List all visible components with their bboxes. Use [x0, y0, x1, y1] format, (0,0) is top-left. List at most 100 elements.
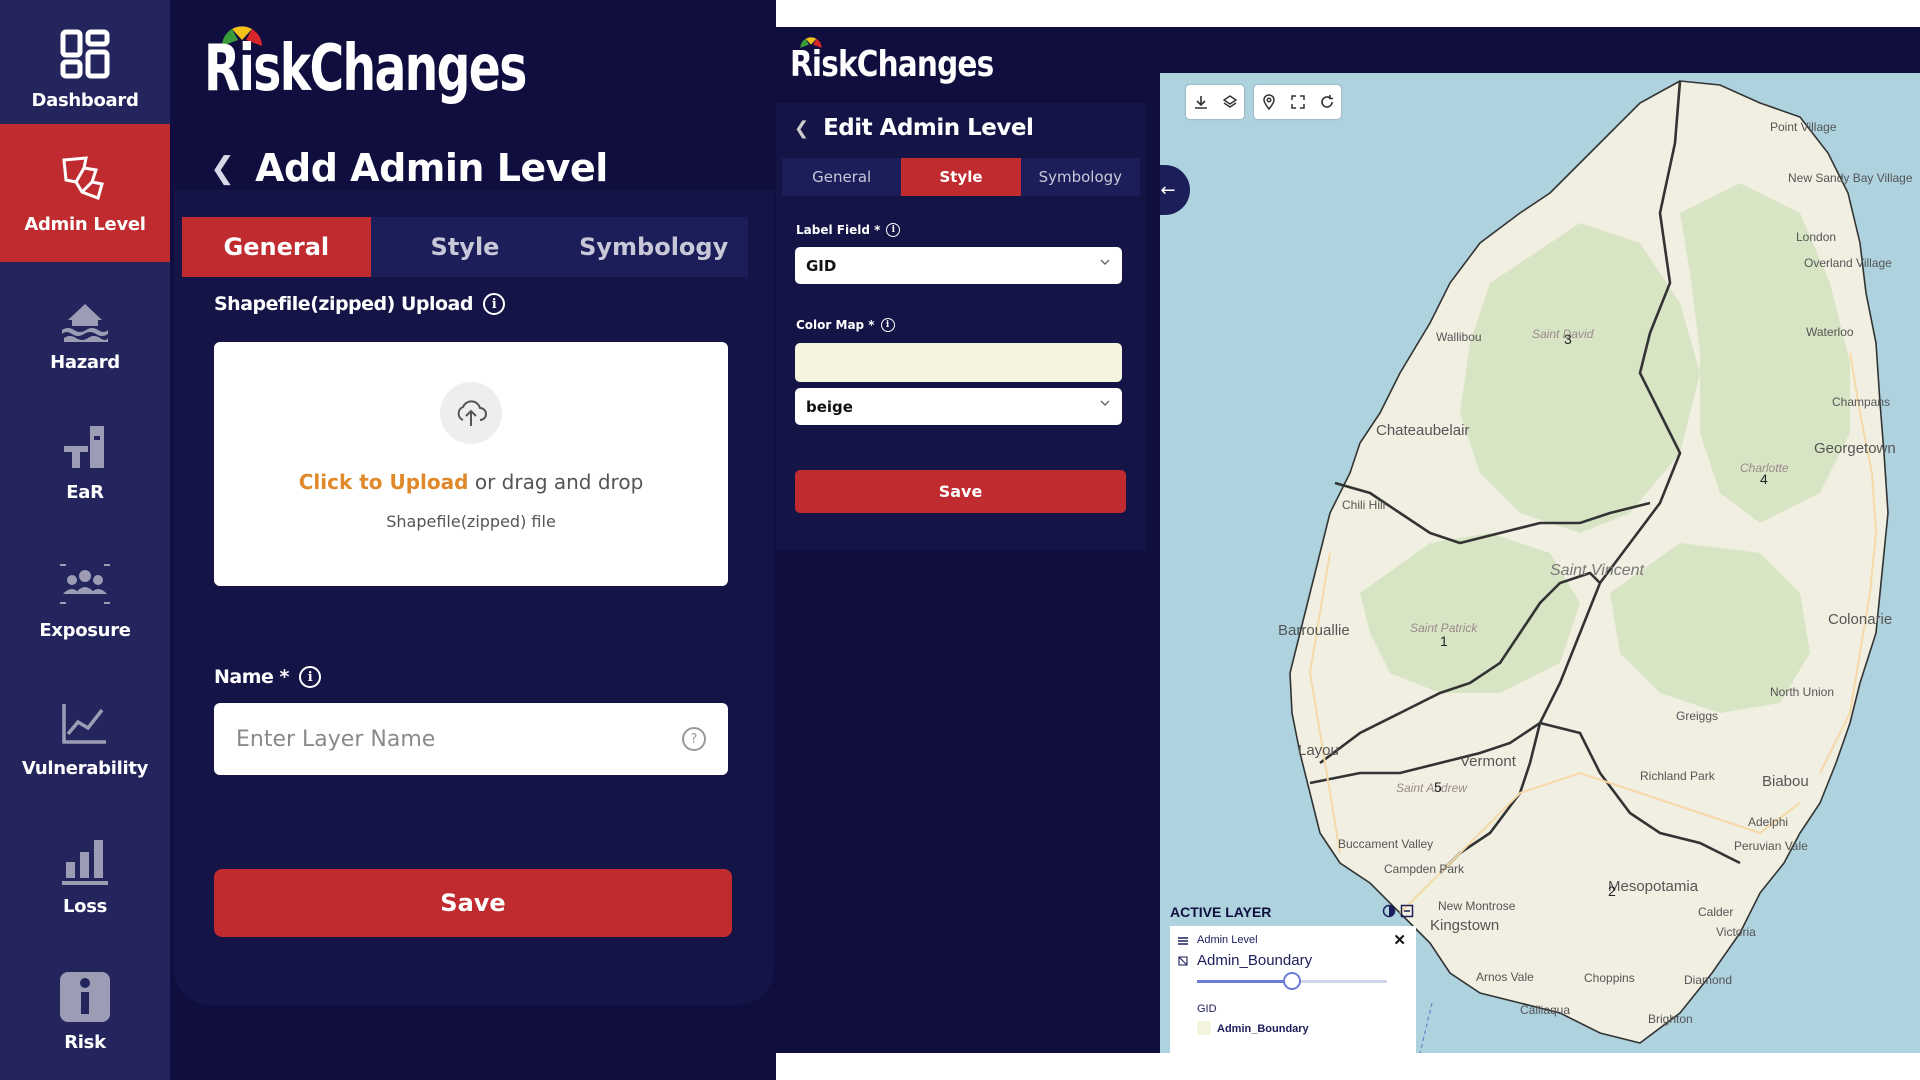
color-map-label: Color Map * i: [796, 318, 895, 332]
tab-general[interactable]: General: [782, 158, 901, 196]
place-label: Chateaubelair: [1376, 422, 1470, 439]
place-label: Calliaqua: [1520, 1003, 1571, 1017]
back-chevron-icon[interactable]: ❮: [210, 151, 235, 186]
legend-entry-label: Admin_Boundary: [1217, 1023, 1309, 1035]
info-icon[interactable]: i: [880, 318, 895, 332]
place-label: Choppins: [1584, 971, 1635, 985]
map-toolbar-left: [1186, 85, 1244, 119]
place-label: Layou: [1298, 742, 1339, 759]
save-button[interactable]: Save: [795, 470, 1126, 513]
map-toolbar-right: [1254, 85, 1341, 119]
parish-label: Saint Andrew: [1396, 781, 1467, 795]
place-label: Colonarie: [1828, 611, 1893, 628]
info-icon[interactable]: i: [886, 223, 901, 237]
sidebar-item-label: Hazard: [50, 351, 120, 373]
label-field-select[interactable]: GID: [795, 247, 1122, 284]
sidebar-item-label: Risk: [64, 1031, 106, 1053]
place-label: Brighton: [1648, 1012, 1693, 1026]
help-icon[interactable]: ?: [682, 727, 706, 751]
place-label: New Montrose: [1438, 899, 1516, 913]
shapefile-upload-dropzone[interactable]: Click to Upload or drag and drop Shapefi…: [214, 342, 728, 586]
island-map: [1289, 80, 1889, 1053]
page-title: Add Admin Level: [255, 146, 608, 190]
place-label: Overland Village: [1804, 256, 1892, 270]
sidebar-item-loss[interactable]: Loss: [0, 806, 170, 944]
sidebar-item-vulnerability[interactable]: Vulnerability: [0, 668, 170, 806]
name-label: Name * i: [214, 666, 321, 688]
place-label: Adelphi: [1748, 815, 1789, 829]
sidebar-item-dashboard[interactable]: Dashboard: [0, 0, 170, 138]
cloud-upload-icon: [440, 382, 502, 444]
refresh-icon[interactable]: [1312, 85, 1341, 119]
add-admin-level-page: RiskChanges ❮ Add Admin Level General St…: [170, 0, 776, 1080]
color-map-preview: [795, 343, 1122, 382]
place-label: Victoria: [1716, 925, 1756, 939]
click-to-upload-link[interactable]: Click to Upload: [299, 470, 469, 494]
sidebar-item-label: Exposure: [39, 619, 131, 641]
admin-level-icon: [62, 155, 104, 200]
tab-symbology[interactable]: Symbology: [1021, 158, 1140, 196]
tab-general[interactable]: General: [182, 217, 371, 277]
place-label: Wallibou: [1436, 330, 1482, 344]
back-chevron-icon[interactable]: ❮: [794, 118, 809, 139]
region-id-label: 2: [1608, 883, 1616, 899]
region-id-label: 1: [1440, 633, 1448, 649]
sidebar-item-label: Vulnerability: [21, 757, 149, 779]
sidebar-item-label: Admin Level: [24, 213, 146, 235]
sidebar-item-admin-level[interactable]: Admin Level: [0, 124, 170, 262]
color-map-select[interactable]: beige: [795, 388, 1122, 425]
risk-icon: [60, 971, 110, 1022]
region-id-label: 5: [1434, 779, 1442, 795]
place-label: New Sandy Bay Village: [1788, 171, 1913, 185]
save-button[interactable]: Save: [214, 869, 732, 937]
place-label: Peruvian Vale: [1734, 839, 1808, 853]
ear-icon: [64, 425, 104, 468]
place-label: Vermont: [1460, 753, 1516, 770]
sidebar-item-exposure[interactable]: Exposure: [0, 530, 170, 668]
sidebar-item-label: Loss: [62, 895, 108, 917]
info-icon[interactable]: i: [298, 666, 321, 688]
sidebar-item-risk[interactable]: Risk: [0, 942, 170, 1080]
download-icon[interactable]: [1186, 85, 1215, 119]
active-layer-heading: ACTIVE LAYER: [1170, 904, 1272, 920]
opacity-slider-handle[interactable]: [1283, 972, 1301, 990]
contrast-icon[interactable]: [1382, 904, 1396, 918]
info-icon[interactable]: i: [482, 293, 505, 315]
opacity-slider-fill: [1197, 980, 1292, 983]
layers-icon[interactable]: [1215, 85, 1244, 119]
map-view[interactable]: ← Point Village New Sandy Bay Village Lo…: [1160, 73, 1920, 1053]
sidebar-item-ear[interactable]: EaR: [0, 392, 170, 530]
layer-name-input[interactable]: Enter Layer Name ?: [214, 703, 728, 775]
drag-handle-icon[interactable]: [1177, 936, 1189, 946]
edit-panel-tabs: General Style Symbology: [782, 158, 1140, 196]
opacity-slider[interactable]: [1197, 972, 1387, 990]
sidebar-item-label: Dashboard: [31, 89, 139, 111]
tab-style[interactable]: Style: [901, 158, 1021, 196]
fullscreen-icon[interactable]: [1283, 85, 1312, 119]
close-icon[interactable]: ✕: [1393, 931, 1406, 949]
legend-swatch: [1197, 1021, 1211, 1035]
tab-symbology[interactable]: Symbology: [559, 217, 748, 277]
location-pin-icon[interactable]: [1254, 85, 1283, 119]
sidebar: Dashboard Admin Level Hazard EaR Exposur…: [0, 0, 170, 1080]
place-label: Greiggs: [1676, 709, 1719, 723]
place-label: Calder: [1698, 905, 1734, 919]
tab-style[interactable]: Style: [371, 217, 560, 277]
place-label: Kingstown: [1430, 917, 1500, 934]
legend-layer-name: Admin_Boundary: [1197, 952, 1313, 969]
label-field-label: Label Field * i: [796, 223, 901, 237]
polygon-icon: [1178, 956, 1188, 966]
exposure-icon: [60, 563, 110, 604]
place-label: Saint Vincent: [1550, 562, 1644, 579]
region-id-label: 4: [1760, 471, 1768, 487]
legend-toggle-icon[interactable]: [1400, 904, 1414, 918]
place-label: Point Village: [1770, 120, 1837, 134]
place-label: London: [1796, 230, 1837, 244]
dashboard-icon: [60, 29, 110, 78]
upload-hint: Shapefile(zipped) file: [386, 512, 556, 531]
chevron-down-icon: [1100, 259, 1110, 265]
legend-panel: Admin Level ✕ Admin_Boundary GID Admin_B…: [1170, 926, 1416, 1053]
sidebar-item-hazard[interactable]: Hazard: [0, 262, 170, 400]
chevron-down-icon: [1100, 400, 1110, 406]
page-header: ❮ Add Admin Level: [210, 146, 608, 190]
